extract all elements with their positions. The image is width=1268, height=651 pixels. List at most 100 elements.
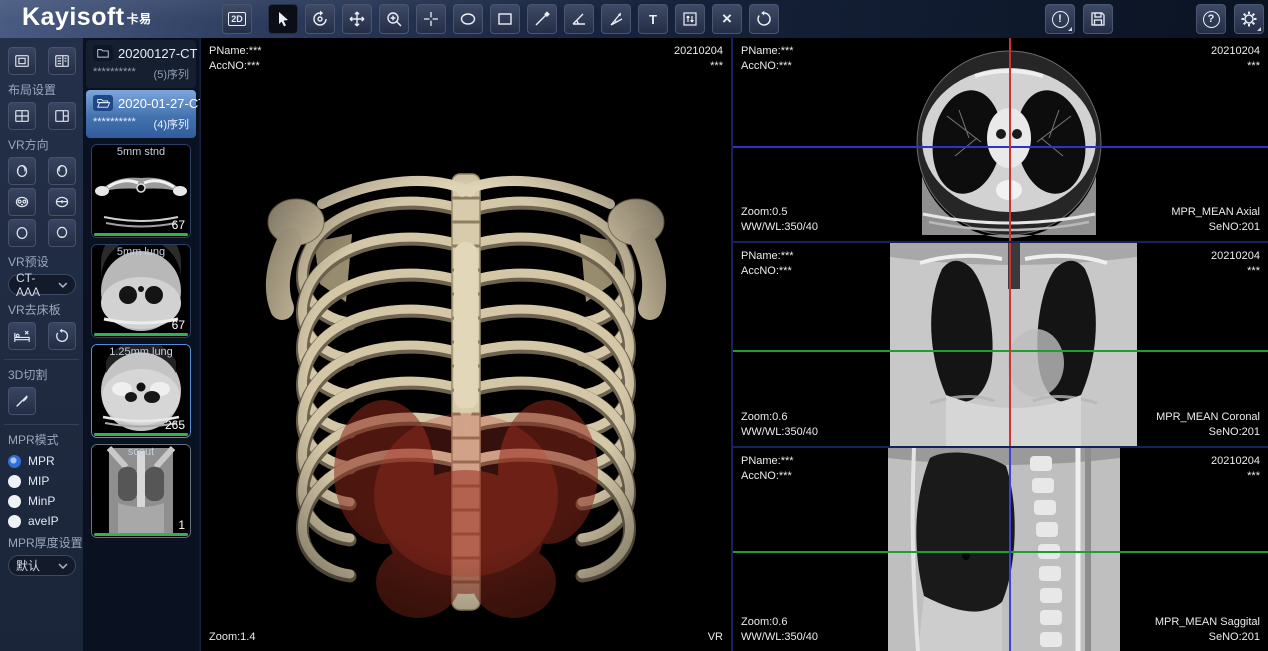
sagittal-crosshair-horizontal[interactable] — [733, 551, 1268, 553]
ellipse-icon — [459, 10, 477, 28]
header-bar: Kayisoft卡易 2D T — [0, 0, 1268, 38]
sagittal-viewport[interactable]: PName:*** AccNO:*** 20210204 *** Zoom:0.… — [731, 446, 1268, 651]
thumbnail-image-count: 67 — [172, 218, 185, 232]
tool-ellipse-button[interactable] — [453, 4, 483, 34]
crosshair-icon — [422, 10, 440, 28]
help-button[interactable]: ? — [1196, 4, 1226, 34]
sagittal-crosshair-vertical[interactable] — [1009, 448, 1011, 651]
radio-mpr[interactable]: MPR — [8, 454, 76, 468]
thumbnail-label: 5mm stnd — [92, 146, 190, 158]
remove-bed-button[interactable] — [8, 322, 36, 350]
series-thumbnail-scout[interactable]: scout 1 — [91, 444, 191, 538]
pan-icon — [348, 10, 366, 28]
2d-icon: 2D — [228, 12, 246, 26]
axial-crosshair-horizontal[interactable] — [733, 146, 1268, 148]
stars-text: *** — [1211, 59, 1260, 74]
tool-delete-button[interactable]: × — [712, 4, 742, 34]
settings-button[interactable] — [1234, 4, 1264, 34]
tool-rotate3d-button[interactable] — [305, 4, 335, 34]
sagittal-series-overlay: MPR_MEAN Saggital SeNO:201 — [1155, 615, 1260, 645]
coronal-crosshair-vertical[interactable] — [1009, 243, 1011, 446]
tool-window-level-button[interactable] — [675, 4, 705, 34]
report-button[interactable]: ! — [1045, 4, 1075, 34]
coronal-patient-overlay: PName:*** AccNO:*** — [741, 249, 794, 279]
tool-text-button[interactable]: T — [638, 4, 668, 34]
head-top-icon — [14, 225, 30, 241]
left-sidebar: 布局设置 VR方向 VR预设 CT-AAA — [0, 38, 83, 651]
vr-head-left-button[interactable] — [8, 157, 36, 185]
app-logo: Kayisoft卡易 — [22, 3, 152, 32]
head-left-icon — [14, 163, 30, 179]
radio-aveip[interactable]: aveIP — [8, 514, 76, 528]
tool-pointer-button[interactable] — [268, 4, 298, 34]
tool-cobb-angle-button[interactable] — [601, 4, 631, 34]
wwwl-text: WW/WL:350/40 — [741, 425, 818, 440]
study-date-text: 20210204 — [1211, 249, 1260, 264]
layout-report-button[interactable] — [48, 47, 76, 75]
secondary-toolbar: ! — [1045, 4, 1113, 34]
tool-measure-button[interactable] — [527, 4, 557, 34]
radio-dot — [8, 515, 21, 528]
mpr-thickness-dropdown[interactable]: 默认 — [8, 555, 76, 576]
vr-face-front-button[interactable] — [8, 188, 36, 216]
layout-single-icon — [14, 53, 30, 69]
mpr-label-text: MPR_MEAN Axial — [1171, 205, 1260, 220]
layout-main-right-icon — [54, 108, 70, 124]
tool-reset-button[interactable] — [749, 4, 779, 34]
layout-single-button[interactable] — [8, 47, 36, 75]
tool-pan-button[interactable] — [342, 4, 372, 34]
coronal-viewport[interactable]: PName:*** AccNO:*** 20210204 *** Zoom:0.… — [731, 241, 1268, 446]
text-tool-icon: T — [649, 12, 657, 27]
axial-series-overlay: MPR_MEAN Axial SeNO:201 — [1171, 205, 1260, 235]
vr-head-top-button[interactable] — [8, 219, 36, 247]
study-item-2-selected[interactable]: 2020-01-27-CT ********** (4)序列 — [86, 90, 196, 138]
vr-head-right-button[interactable] — [48, 157, 76, 185]
accno-text: AccNO:*** — [209, 59, 262, 74]
vr-face-back-button[interactable] — [48, 188, 76, 216]
bed-icon — [13, 329, 31, 344]
tool-2d-button[interactable]: 2D — [222, 4, 252, 34]
thumbnail-progress-bar — [94, 233, 188, 236]
radio-mip[interactable]: MIP — [8, 474, 76, 488]
accno-text: AccNO:*** — [741, 469, 794, 484]
layout-grid-2x2-button[interactable] — [8, 102, 36, 130]
radio-minp[interactable]: MinP — [8, 494, 76, 508]
thumbnail-image-count: 265 — [165, 418, 185, 432]
scalpel-button[interactable] — [8, 387, 36, 415]
face-front-icon — [14, 194, 30, 210]
tool-rectangle-button[interactable] — [490, 4, 520, 34]
seno-text: SeNO:201 — [1171, 220, 1260, 235]
axial-viewport[interactable]: PName:*** AccNO:*** 20210204 *** Zoom:0.… — [731, 38, 1268, 241]
mpr-thickness-label: MPR厚度设置 — [8, 534, 76, 551]
window-level-icon — [681, 10, 699, 28]
seno-text: SeNO:201 — [1156, 425, 1260, 440]
tool-crosshair-button[interactable] — [416, 4, 446, 34]
vr-preset-dropdown[interactable]: CT-AAA — [8, 274, 76, 295]
layout-main-right-button[interactable] — [48, 102, 76, 130]
coronal-series-overlay: MPR_MEAN Coronal SeNO:201 — [1156, 410, 1260, 440]
study-series-count: (5)序列 — [154, 66, 189, 82]
tool-zoom-button[interactable] — [379, 4, 409, 34]
accno-text: AccNO:*** — [741, 59, 794, 74]
series-thumbnail-5mm-stnd[interactable]: 5mm stnd 67 — [91, 144, 191, 238]
axial-crosshair-vertical[interactable] — [1009, 38, 1011, 241]
study-item-1[interactable]: 20200127-CT ********** (5)序列 — [86, 40, 196, 88]
bed-reset-button[interactable] — [48, 322, 76, 350]
vr-date-overlay: 20210204 *** — [674, 44, 723, 74]
radio-label: aveIP — [28, 514, 59, 528]
pname-text: PName:*** — [741, 454, 794, 469]
thumbnail-image-count: 1 — [178, 518, 185, 532]
tool-angle-button[interactable] — [564, 4, 594, 34]
coronal-crosshair-horizontal[interactable] — [733, 350, 1268, 352]
series-thumbnail-125mm-lung[interactable]: 1.25mm lung 265 — [91, 344, 191, 438]
layout-settings-label: 布局设置 — [8, 81, 76, 98]
series-thumbnail-5mm-lung[interactable]: 5mm lung 67 — [91, 244, 191, 338]
save-button[interactable] — [1083, 4, 1113, 34]
vr-viewport[interactable]: PName:*** AccNO:*** 20210204 *** Zoom:1.… — [200, 38, 731, 651]
thumbnail-progress-bar — [94, 433, 188, 436]
cut-3d-label: 3D切割 — [8, 366, 76, 383]
vr-head-back-button[interactable] — [48, 219, 76, 247]
thumbnail-label: scout — [92, 446, 190, 458]
pointer-icon — [274, 10, 292, 28]
stars-text: *** — [1211, 469, 1260, 484]
